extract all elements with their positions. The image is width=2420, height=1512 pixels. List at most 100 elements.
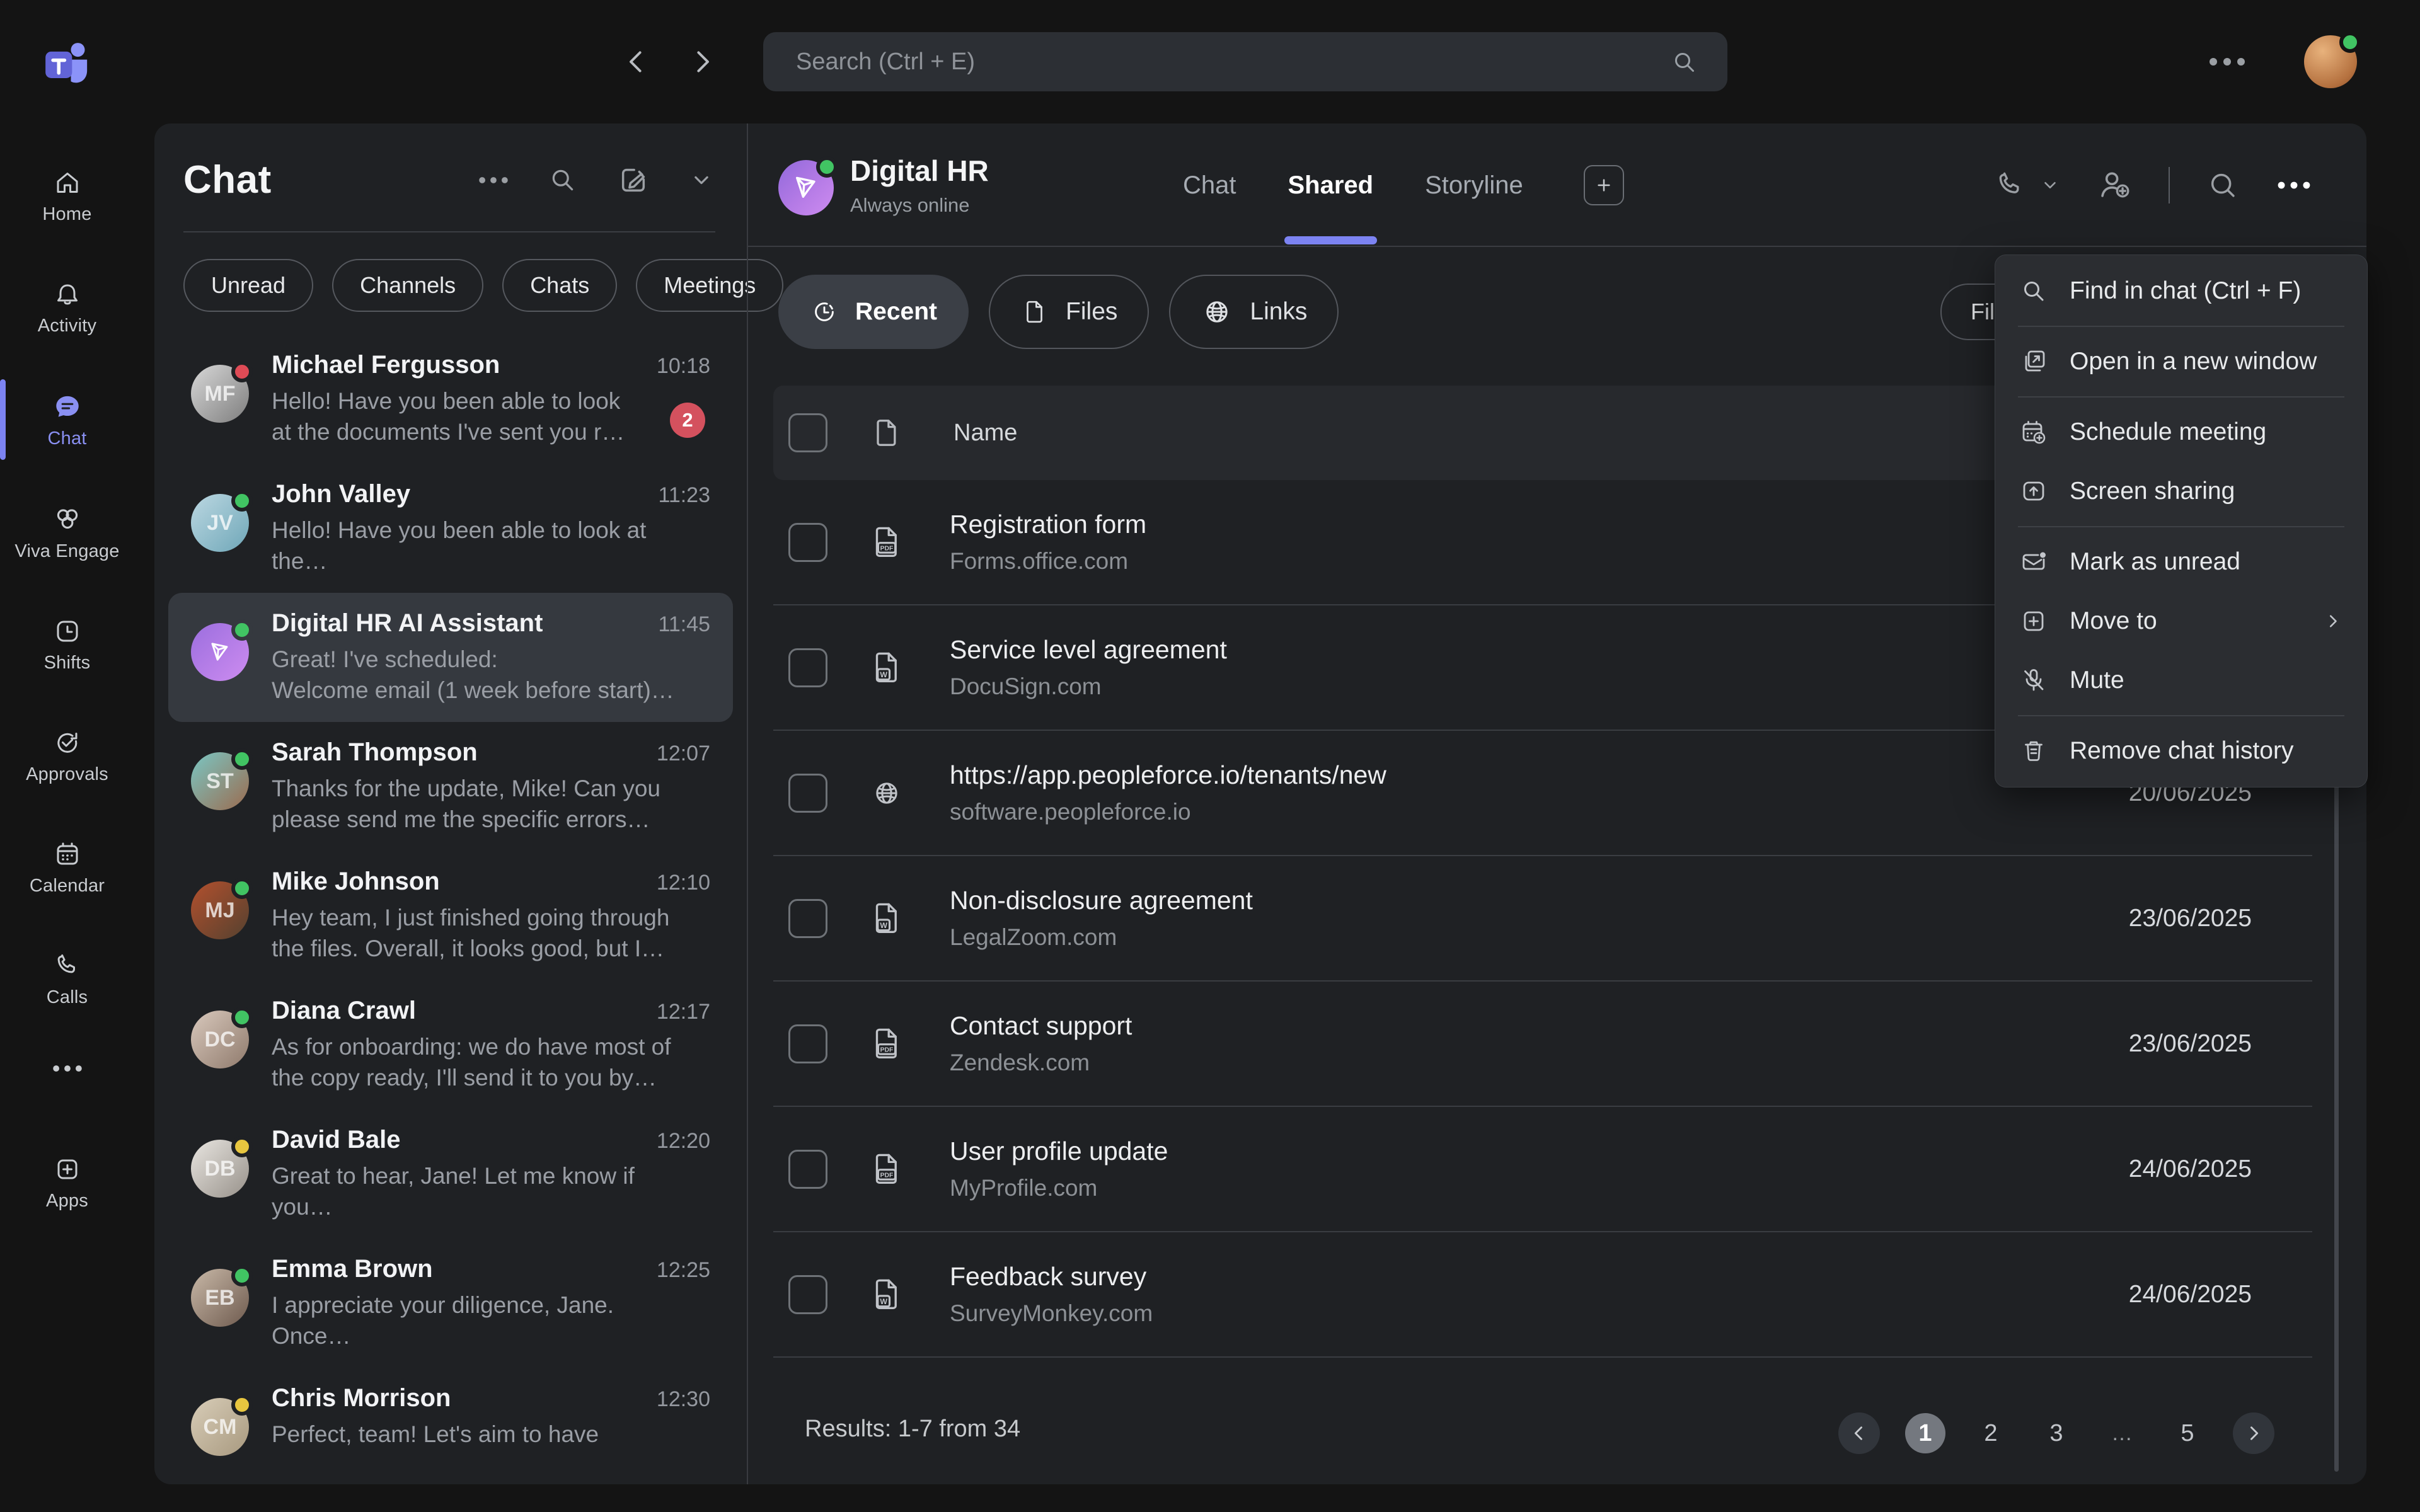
forward-button[interactable] (685, 45, 719, 79)
menu-item-find-in-chat-ctrl-f[interactable]: Find in chat (Ctrl + F) (1995, 261, 2367, 321)
file-domain: Zendesk.com (950, 1050, 1132, 1076)
conversation-list-item[interactable]: DC Diana Crawl 12:17 As for onboarding: … (168, 980, 733, 1109)
trash-icon (2018, 736, 2049, 766)
calls-icon (52, 951, 83, 981)
menu-item-mark-as-unread[interactable]: Mark as unread (1995, 532, 2367, 592)
search-icon (2018, 276, 2049, 306)
sidebar-item-activity[interactable]: Activity (0, 279, 134, 336)
conversation-list-item[interactable]: MF Michael Fergusson 10:18 Hello! Have y… (168, 335, 733, 464)
conversation-list: MF Michael Fergusson 10:18 Hello! Have y… (154, 335, 747, 1472)
row-checkbox[interactable] (788, 774, 827, 813)
table-row[interactable]: W Non-disclosure agreement LegalZoom.com… (773, 856, 2312, 982)
conversation-time: 12:20 (657, 1129, 710, 1154)
global-search-input[interactable]: Search (Ctrl + E) (763, 32, 1727, 91)
chevron-right-icon (685, 45, 719, 79)
apps-icon (52, 1154, 83, 1184)
call-button[interactable] (1993, 168, 2061, 202)
chevron-left-icon (1848, 1423, 1870, 1444)
rail-item-label: Shifts (44, 653, 91, 673)
conversation-list-item[interactable]: JV John Valley 11:23 Hello! Have you bee… (168, 464, 733, 593)
tab-chat[interactable]: Chat (1183, 123, 1236, 247)
conversation-list-item[interactable]: DB David Bale 12:20 Great to hear, Jane!… (168, 1109, 733, 1239)
sidebar-item-home[interactable]: Home (0, 168, 134, 225)
presence-indicator (2339, 32, 2361, 53)
add-people-button[interactable] (2097, 167, 2133, 203)
table-row[interactable]: PDF Contact support Zendesk.com 23/06/20… (773, 982, 2312, 1107)
plus-icon (1591, 173, 1616, 198)
view-recent-button[interactable]: Recent (778, 275, 969, 349)
contact-avatar[interactable] (778, 160, 834, 215)
dots-icon (2276, 178, 2312, 192)
row-checkbox[interactable] (788, 1150, 827, 1189)
row-checkbox[interactable] (788, 899, 827, 938)
menu-item-open-in-a-new-window[interactable]: Open in a new window (1995, 332, 2367, 391)
menu-item-remove-chat-history[interactable]: Remove chat history (1995, 721, 2367, 781)
menu-item-mute[interactable]: Mute (1995, 651, 2367, 710)
conversation-list-item[interactable]: ST Sarah Thompson 12:07 Thanks for the u… (168, 722, 733, 851)
chat-filter-chats[interactable]: Chats (502, 259, 617, 312)
conversation-list-item[interactable]: Digital HR AI Assistant 11:45 Great! I'v… (168, 593, 733, 722)
sidebar-item-viva-engage[interactable]: Viva Engage (0, 503, 134, 562)
shifts-icon (52, 616, 83, 646)
sidebar-item-calendar[interactable]: Calendar (0, 839, 134, 896)
add-tab-button[interactable] (1584, 165, 1624, 205)
tab-shared[interactable]: Shared (1288, 123, 1374, 247)
table-row[interactable]: PDF User profile update MyProfile.com 24… (773, 1107, 2312, 1232)
chat-filter-channels[interactable]: Channels (332, 259, 483, 312)
page-1[interactable]: 1 (1905, 1413, 1945, 1453)
page-5[interactable]: 5 (2167, 1413, 2208, 1453)
conversation-list-item[interactable]: CM Chris Morrison 12:30 Perfect, team! L… (168, 1368, 733, 1472)
conversation-time: 12:30 (657, 1387, 710, 1412)
sidebar-item-calls[interactable]: Calls (0, 951, 134, 1008)
conversation-more-button[interactable] (2276, 178, 2312, 192)
conversation-list-item[interactable]: MJ Mike Johnson 12:10 Hey team, I just f… (168, 851, 733, 980)
sidebar-item-chat[interactable]: Chat (0, 391, 134, 449)
chat-panel-collapse-button[interactable] (688, 166, 715, 194)
topbar-more-button[interactable] (2207, 54, 2247, 69)
clock-icon (810, 297, 839, 326)
sidebar-item-shifts[interactable]: Shifts (0, 616, 134, 673)
sidebar-item-approvals[interactable]: Approvals (0, 728, 134, 785)
menu-item-label: Mark as unread (2070, 548, 2240, 576)
sidebar-item-apps[interactable]: Apps (0, 1154, 134, 1211)
plus-square-icon (2018, 606, 2049, 636)
conversation-preview: Hello! Have you been able to look at the… (272, 386, 675, 447)
view-links-button[interactable]: Links (1169, 275, 1339, 349)
page-3[interactable]: 3 (2036, 1413, 2077, 1453)
svg-text:PDF: PDF (880, 1172, 894, 1179)
prev-page-button[interactable] (1838, 1412, 1880, 1454)
file-date: 24/06/2025 (2129, 1155, 2252, 1183)
find-in-chat-button[interactable] (2205, 168, 2240, 203)
conversation-name: John Valley (272, 480, 410, 508)
presence-indicator (231, 1136, 253, 1157)
select-all-checkbox[interactable] (788, 413, 827, 452)
row-checkbox[interactable] (788, 648, 827, 687)
row-checkbox[interactable] (788, 523, 827, 562)
chat-list-panel: Chat Unread Chan (154, 123, 747, 1484)
chat-search-button[interactable] (546, 164, 579, 197)
next-page-button[interactable] (2233, 1412, 2274, 1454)
page-ellipsis: … (2102, 1413, 2142, 1453)
user-avatar[interactable] (2304, 35, 2357, 88)
page-2[interactable]: 2 (1971, 1413, 2011, 1453)
table-row[interactable]: W Feedback survey SurveyMonkey.com 24/06… (773, 1232, 2312, 1358)
conversation-list-item[interactable]: EB Emma Brown 12:25 I appreciate your di… (168, 1239, 733, 1368)
calendar-icon (52, 839, 83, 869)
chat-filter-unread[interactable]: Unread (183, 259, 313, 312)
tab-storyline[interactable]: Storyline (1425, 123, 1523, 247)
new-chat-button[interactable] (616, 163, 651, 198)
person-add-icon (2097, 167, 2133, 203)
row-checkbox[interactable] (788, 1275, 827, 1314)
menu-item-screen-sharing[interactable]: Screen sharing (1995, 462, 2367, 521)
menu-item-move-to[interactable]: Move to (1995, 592, 2367, 651)
back-button[interactable] (619, 45, 654, 79)
view-files-button[interactable]: Files (989, 275, 1149, 349)
file-domain: software.peopleforce.io (950, 799, 1386, 825)
menu-item-schedule-meeting[interactable]: Schedule meeting (1995, 403, 2367, 462)
presence-indicator (816, 156, 838, 178)
row-checkbox[interactable] (788, 1024, 827, 1063)
rail-item-label: Home (42, 204, 91, 225)
sidebar-item-more[interactable] (0, 1062, 134, 1075)
chat-list-more-button[interactable] (477, 174, 510, 186)
chat-icon (52, 391, 83, 422)
